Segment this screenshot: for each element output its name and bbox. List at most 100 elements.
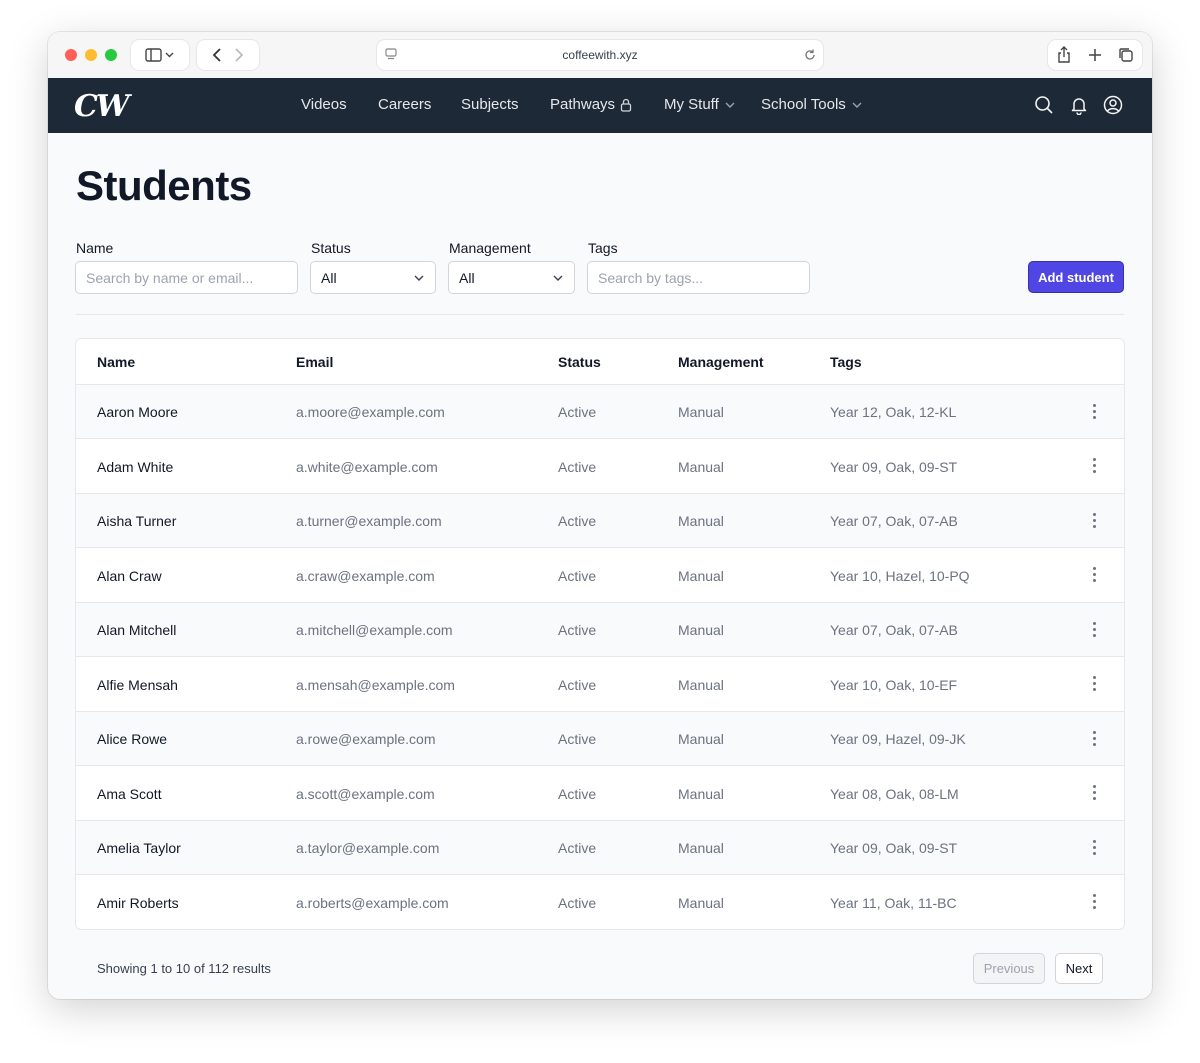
nav-item-label: My Stuff: [664, 96, 719, 113]
row-actions-menu-icon[interactable]: [1086, 455, 1102, 477]
nav-item-school-tools[interactable]: School Tools: [761, 96, 863, 113]
search-icon[interactable]: [1034, 95, 1054, 115]
table-row[interactable]: Alfie Mensah a.mensah@example.com Active Ma…: [76, 658, 1124, 712]
back-icon[interactable]: [208, 48, 228, 62]
name-search-input[interactable]: Search by name or email...: [75, 261, 298, 294]
table-row[interactable]: Amir Roberts a.roberts@example.com Active M…: [76, 876, 1124, 930]
student-management: Manual: [678, 785, 724, 802]
results-summary: Showing 1 to 10 of 112 results: [97, 961, 271, 976]
tab-overview-icon[interactable]: [1118, 47, 1134, 63]
nav-item-videos[interactable]: Videos: [301, 96, 347, 113]
name-search-placeholder: Search by name or email...: [86, 269, 254, 286]
nav-item-subjects[interactable]: Subjects: [461, 96, 519, 113]
row-actions-menu-icon[interactable]: [1086, 836, 1102, 858]
nav-item-pathways[interactable]: Pathways: [550, 96, 632, 113]
student-name: Ama Scott: [97, 785, 162, 802]
student-management: Manual: [678, 840, 724, 856]
user-circle-icon[interactable]: [1103, 95, 1123, 115]
row-actions-menu-icon[interactable]: [1086, 782, 1102, 804]
row-actions-menu-icon[interactable]: [1086, 509, 1102, 531]
table-row[interactable]: Adam White a.white@example.com Active Manua…: [76, 440, 1124, 494]
management-filter-label: Management: [449, 240, 531, 256]
student-email: a.taylor@example.com: [296, 840, 440, 856]
zoom-window-button[interactable]: [105, 49, 117, 61]
column-header-management[interactable]: Management: [678, 354, 764, 370]
student-management: Manual: [678, 567, 724, 584]
student-status: Active: [558, 731, 597, 747]
row-actions-menu-icon[interactable]: [1086, 618, 1102, 640]
share-icon[interactable]: [1056, 46, 1072, 64]
student-name: Aisha Turner: [97, 513, 177, 529]
row-actions-menu-icon[interactable]: [1086, 564, 1102, 586]
student-status: Active: [558, 785, 597, 802]
student-status: Active: [558, 404, 597, 420]
student-name: Alan Mitchell: [97, 622, 177, 638]
row-actions-menu-icon[interactable]: [1086, 727, 1102, 749]
forward-icon[interactable]: [228, 48, 248, 62]
row-actions-menu-icon[interactable]: [1086, 891, 1102, 913]
tags-search-placeholder: Search by tags...: [598, 269, 704, 286]
table-row[interactable]: Ama Scott a.scott@example.com Active Manual…: [76, 767, 1124, 821]
status-filter-label: Status: [311, 240, 351, 256]
management-select-value: All: [459, 269, 475, 286]
table-row[interactable]: Amelia Taylor a.taylor@example.com Active M…: [76, 821, 1124, 875]
table-row[interactable]: Alice Rowe a.rowe@example.com Active Manual…: [76, 712, 1124, 766]
nav-item-label: School Tools: [761, 96, 846, 113]
sidebar-toggle-button[interactable]: [131, 40, 189, 70]
student-email: a.rowe@example.com: [296, 731, 436, 747]
student-email: a.turner@example.com: [296, 513, 442, 529]
student-status: Active: [558, 513, 597, 529]
student-tags: Year 09, Hazel, 09-JK: [830, 731, 966, 747]
row-actions-menu-icon[interactable]: [1086, 400, 1102, 422]
student-status: Active: [558, 894, 597, 911]
chevron-down-icon: [852, 102, 862, 108]
student-tags: Year 07, Oak, 07-AB: [830, 513, 958, 529]
top-navigation: CW Videos Careers Subjects Pathways My S…: [48, 78, 1152, 133]
table-row[interactable]: Aisha Turner a.turner@example.com Active Ma…: [76, 494, 1124, 548]
add-student-button[interactable]: Add student: [1028, 261, 1124, 293]
address-bar[interactable]: coffeewith.xyz: [377, 40, 823, 70]
student-email: a.mensah@example.com: [296, 676, 455, 693]
bell-icon[interactable]: [1069, 95, 1089, 115]
students-table: Name Email Status Management Tags Aaron …: [75, 338, 1125, 930]
row-actions-menu-icon[interactable]: [1086, 673, 1102, 695]
student-name: Amelia Taylor: [97, 840, 181, 856]
tags-search-input[interactable]: Search by tags...: [587, 261, 810, 294]
close-window-button[interactable]: [65, 49, 77, 61]
student-tags: Year 10, Hazel, 10-PQ: [830, 567, 970, 584]
page-title: Students: [76, 162, 252, 209]
minimize-window-button[interactable]: [85, 49, 97, 61]
column-header-name[interactable]: Name: [97, 354, 135, 370]
page-menu-icon[interactable]: [385, 48, 397, 60]
logo[interactable]: CW: [74, 89, 130, 124]
student-name: Alfie Mensah: [97, 676, 178, 693]
student-status: Active: [558, 676, 597, 693]
table-row[interactable]: Alan Craw a.craw@example.com Active Manual Y…: [76, 549, 1124, 603]
new-tab-icon[interactable]: [1088, 48, 1102, 62]
next-page-button[interactable]: Next: [1055, 953, 1103, 984]
status-select[interactable]: All: [310, 261, 436, 294]
nav-item-my-stuff[interactable]: My Stuff: [664, 96, 736, 113]
student-management: Manual: [678, 622, 724, 638]
student-email: a.moore@example.com: [296, 404, 445, 420]
table-row[interactable]: Alan Mitchell a.mitchell@example.com Activ…: [76, 603, 1124, 657]
nav-item-label: Videos: [301, 96, 347, 113]
previous-page-button[interactable]: Previous: [973, 953, 1045, 984]
nav-item-label: Subjects: [461, 96, 519, 113]
student-email: a.roberts@example.com: [296, 894, 449, 911]
student-tags: Year 07, Oak, 07-AB: [830, 622, 958, 638]
table-row[interactable]: Aaron Moore a.moore@example.com Active Manu…: [76, 385, 1124, 439]
column-header-status[interactable]: Status: [558, 354, 601, 370]
browser-actions: [1048, 40, 1142, 70]
student-email: a.mitchell@example.com: [296, 622, 453, 638]
student-management: Manual: [678, 676, 724, 693]
student-tags: Year 08, Oak, 08-LM: [830, 785, 959, 802]
column-header-tags[interactable]: Tags: [830, 354, 862, 370]
student-management: Manual: [678, 731, 724, 747]
table-header: Name Email Status Management Tags: [76, 339, 1124, 385]
column-header-email[interactable]: Email: [296, 354, 333, 370]
management-select[interactable]: All: [448, 261, 575, 294]
reload-icon[interactable]: [803, 48, 817, 62]
tags-filter-label: Tags: [588, 240, 618, 256]
nav-item-careers[interactable]: Careers: [378, 96, 431, 113]
